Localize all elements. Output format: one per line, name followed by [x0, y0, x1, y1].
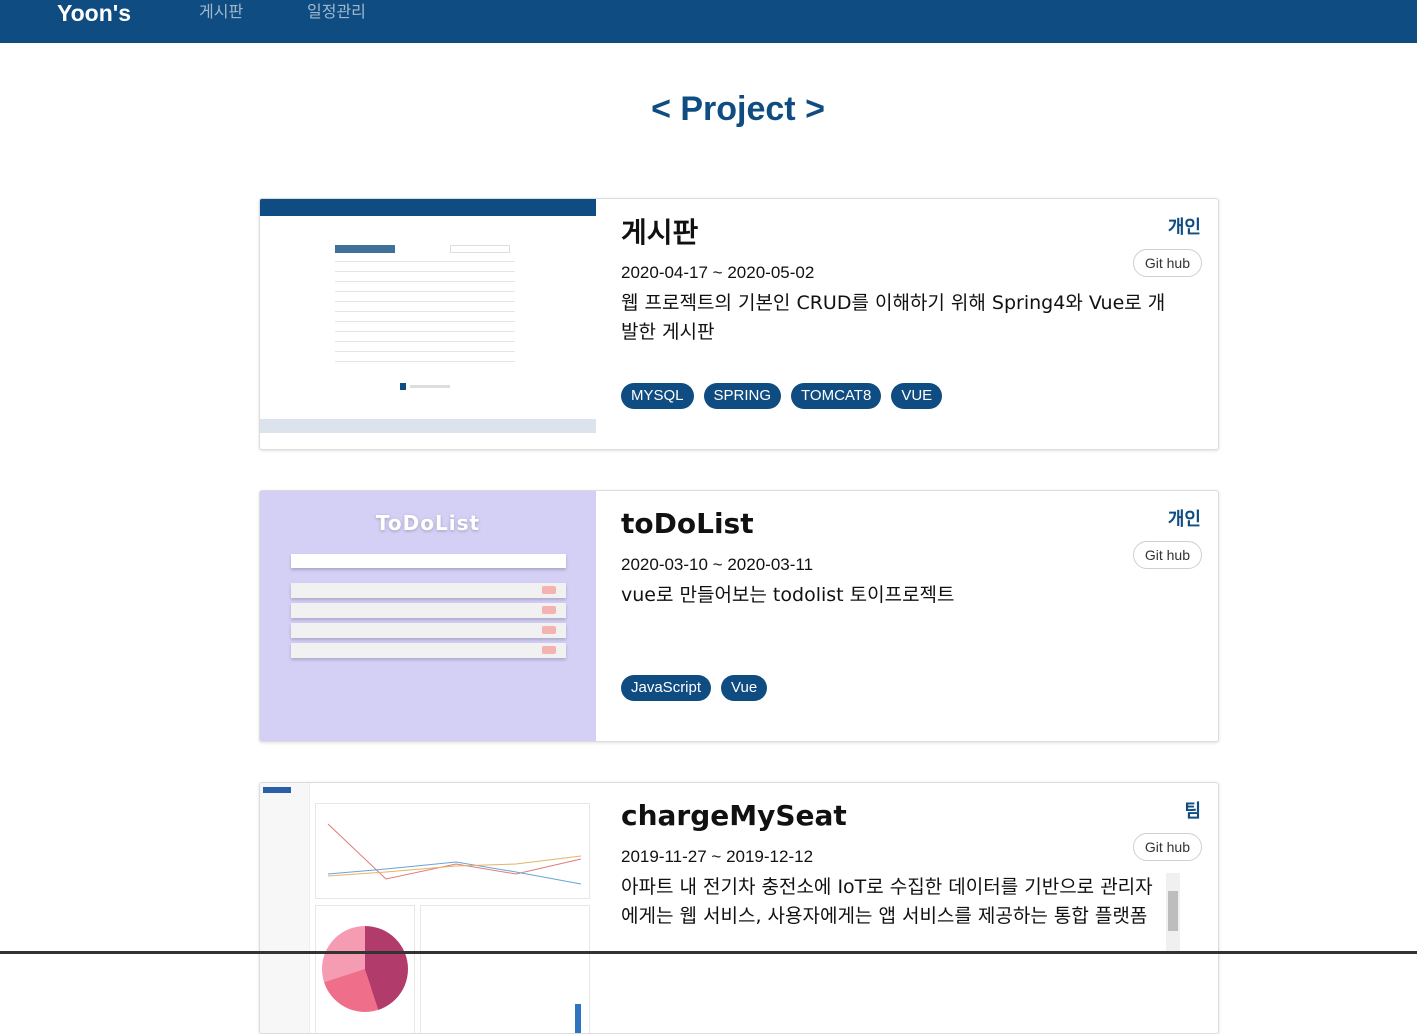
project-card-board: 게시판 개인 Git hub 2020-04-17 ~ 2020-05-02 웹…: [259, 198, 1219, 450]
project-title: 게시판: [621, 216, 699, 249]
tag: VUE: [891, 383, 943, 409]
tag: SPRING: [703, 383, 782, 409]
nav-link-board[interactable]: 게시판: [199, 2, 243, 22]
project-thumbnail[interactable]: [260, 199, 596, 449]
github-button[interactable]: Git hub: [1132, 249, 1202, 277]
project-card-todolist: ToDoList toDoList 개인 Git hub 2020-03-10 …: [259, 490, 1219, 742]
project-type-badge: 팀: [1184, 801, 1201, 822]
github-button[interactable]: Git hub: [1132, 833, 1202, 861]
tag: Vue: [721, 675, 768, 701]
project-description: 웹 프로젝트의 기본인 CRUD를 이해하기 위해 Spring4와 Vue로 …: [621, 292, 1166, 343]
project-title: toDoList: [621, 507, 754, 540]
project-tags: MYSQL SPRING TOMCAT8 VUE: [621, 383, 943, 409]
thumbnail-title: ToDoList: [375, 511, 481, 535]
tag: TOMCAT8: [791, 383, 882, 409]
project-date: 2020-03-10 ~ 2020-03-11: [621, 555, 814, 574]
tag: JavaScript: [621, 675, 712, 701]
nav-link-schedule[interactable]: 일정관리: [307, 2, 366, 22]
project-date: 2019-11-27 ~ 2019-12-12: [621, 847, 814, 866]
description-scrollbar[interactable]: [1166, 873, 1180, 953]
project-type-badge: 개인: [1167, 509, 1201, 530]
top-navbar: Yoon's 게시판 일정관리: [0, 0, 1417, 43]
project-card-chargemyseat: chargeMySeat 팀 Git hub 2019-11-27 ~ 2019…: [259, 782, 1219, 1034]
brand-logo[interactable]: Yoon's: [57, 0, 131, 26]
project-description: 아파트 내 전기차 충전소에 IoT로 수집한 데이터를 기반으로 관리자에게는…: [621, 876, 1153, 927]
tag: MYSQL: [621, 383, 694, 409]
project-description: vue로 만들어보는 todolist 토이프로젝트: [621, 584, 955, 606]
page-title: < Project >: [651, 90, 825, 128]
github-button[interactable]: Git hub: [1132, 541, 1202, 569]
project-type-badge: 개인: [1167, 217, 1201, 238]
project-thumbnail[interactable]: [260, 783, 596, 1033]
project-date: 2020-04-17 ~ 2020-05-02: [621, 263, 815, 282]
project-tags: JavaScript Vue: [621, 675, 768, 701]
project-thumbnail[interactable]: ToDoList: [260, 491, 596, 741]
project-title: chargeMySeat: [621, 799, 847, 832]
